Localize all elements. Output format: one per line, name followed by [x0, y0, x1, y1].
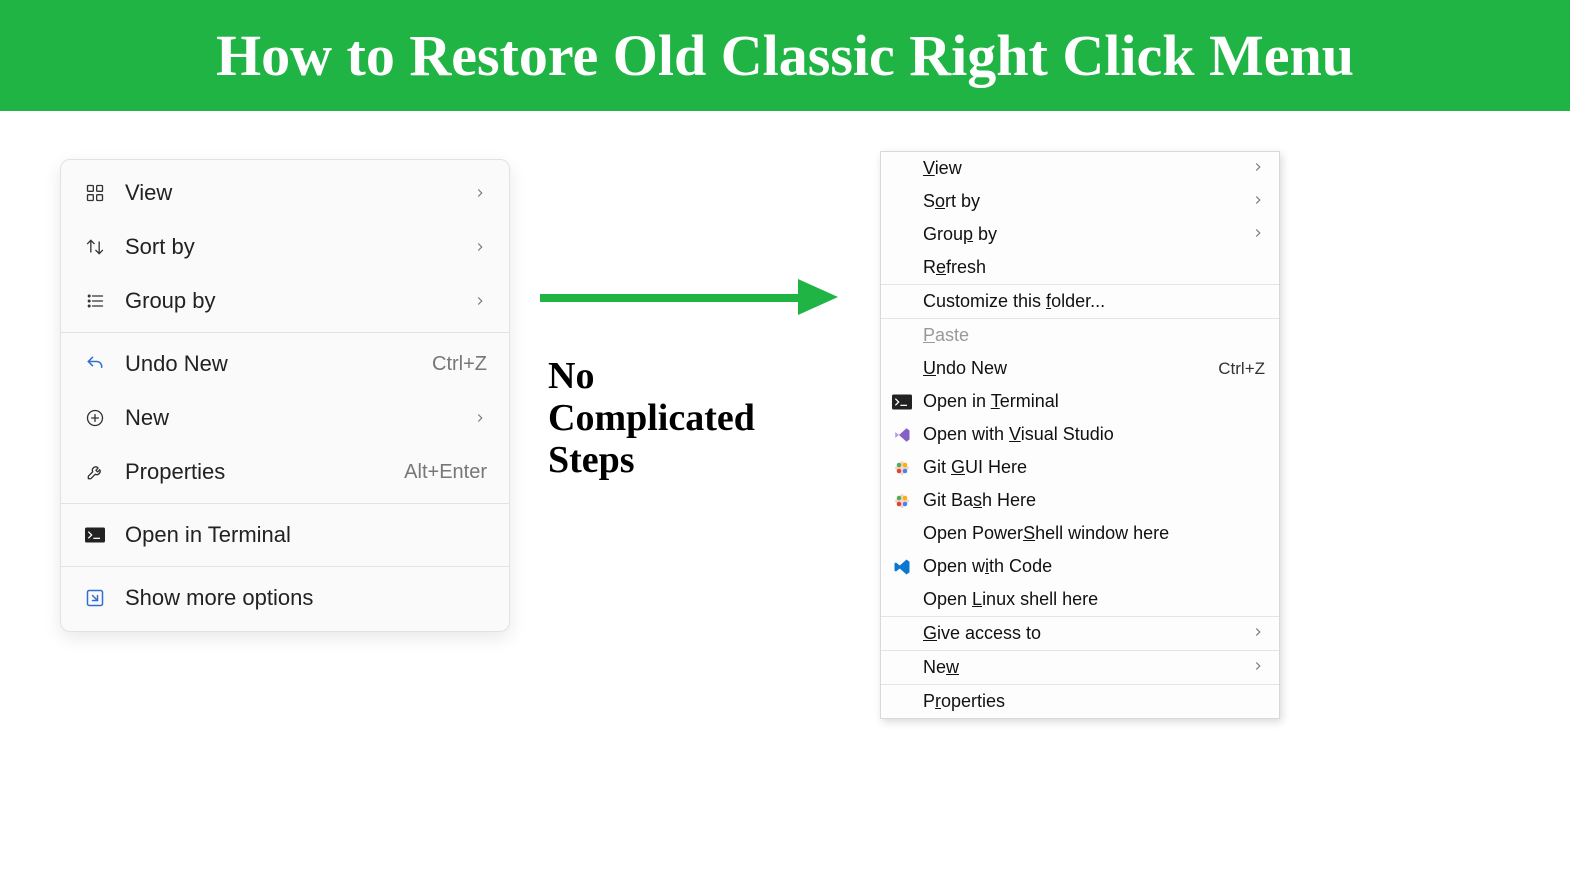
grid-icon — [83, 181, 107, 205]
menu-item-label: Open with Visual Studio — [923, 424, 1265, 445]
undo-icon — [83, 352, 107, 376]
blank-icon — [891, 360, 913, 378]
blank-icon — [891, 259, 913, 277]
menu-item-label: View — [125, 180, 473, 206]
menu-item-shortcut: Ctrl+Z — [1218, 359, 1265, 379]
menu-item-label: Refresh — [923, 257, 1265, 278]
git-icon — [891, 492, 913, 510]
terminal-icon — [891, 393, 913, 411]
menu-item-label: Open in Terminal — [923, 391, 1265, 412]
chevron-right-icon — [1251, 158, 1265, 179]
menu-item-label: Git GUI Here — [923, 457, 1265, 478]
arrow-line — [540, 294, 800, 302]
sort-icon — [83, 235, 107, 259]
caption-text: No Complicated Steps — [548, 356, 755, 481]
classic-context-menu: View Sort by Group by Refresh Customize this… — [880, 151, 1280, 719]
menu-item-shortcut: Ctrl+Z — [432, 353, 487, 376]
menu-item-undo-new[interactable]: Undo NewCtrl+Z — [881, 352, 1279, 385]
chevron-right-icon — [473, 234, 487, 260]
menu-item-group-by[interactable]: Group by — [881, 218, 1279, 251]
menu-item-label: Paste — [923, 325, 1265, 346]
menu-item-label: Properties — [125, 459, 404, 485]
blank-icon — [891, 625, 913, 643]
menu-item-open-in-terminal[interactable]: Open in Terminal — [61, 508, 509, 562]
menu-item-properties[interactable]: PropertiesAlt+Enter — [61, 445, 509, 499]
menu-item-refresh[interactable]: Refresh — [881, 251, 1279, 284]
menu-item-label: New — [125, 405, 473, 431]
terminal-icon — [83, 523, 107, 547]
blank-icon — [891, 693, 913, 711]
git-icon — [891, 459, 913, 477]
chevron-right-icon — [473, 405, 487, 431]
menu-item-open-with-code[interactable]: Open with Code — [881, 550, 1279, 583]
menu-separator — [61, 332, 509, 333]
menu-item-label: Sort by — [923, 191, 1251, 212]
menu-item-properties[interactable]: Properties — [881, 685, 1279, 718]
menu-item-label: Customize this folder... — [923, 291, 1265, 312]
menu-item-undo-new[interactable]: Undo NewCtrl+Z — [61, 337, 509, 391]
blank-icon — [891, 327, 913, 345]
blank-icon — [891, 160, 913, 178]
menu-item-label: View — [923, 158, 1251, 179]
group-icon — [83, 289, 107, 313]
menu-item-label: New — [923, 657, 1251, 678]
menu-item-label: Properties — [923, 691, 1265, 712]
chevron-right-icon — [1251, 224, 1265, 245]
menu-item-shortcut: Alt+Enter — [404, 461, 487, 484]
wrench-icon — [83, 460, 107, 484]
new-icon — [83, 406, 107, 430]
menu-item-label: Open PowerShell window here — [923, 523, 1265, 544]
menu-item-group-by[interactable]: Group by — [61, 274, 509, 328]
menu-item-label: Give access to — [923, 623, 1251, 644]
menu-item-git-bash-here[interactable]: Git Bash Here — [881, 484, 1279, 517]
page-title-banner: How to Restore Old Classic Right Click M… — [0, 0, 1570, 111]
blank-icon — [891, 226, 913, 244]
arrow-head — [798, 279, 838, 315]
stage: ViewSort byGroup byUndo NewCtrl+ZNewProp… — [0, 111, 1570, 869]
vs-icon — [891, 426, 913, 444]
menu-item-label: Undo New — [125, 351, 432, 377]
menu-item-label: Group by — [125, 288, 473, 314]
menu-item-sort-by[interactable]: Sort by — [61, 220, 509, 274]
menu-item-open-linux-shell-here[interactable]: Open Linux shell here — [881, 583, 1279, 616]
menu-item-view[interactable]: View — [61, 166, 509, 220]
chevron-right-icon — [473, 288, 487, 314]
menu-separator — [61, 566, 509, 567]
menu-item-label: Undo New — [923, 358, 1218, 379]
menu-item-new[interactable]: New — [61, 391, 509, 445]
menu-item-git-gui-here[interactable]: Git GUI Here — [881, 451, 1279, 484]
menu-item-label: Group by — [923, 224, 1251, 245]
vscode-icon — [891, 558, 913, 576]
menu-item-label: Open in Terminal — [125, 522, 487, 548]
menu-item-sort-by[interactable]: Sort by — [881, 185, 1279, 218]
blank-icon — [891, 293, 913, 311]
menu-item-customize-this-folder[interactable]: Customize this folder... — [881, 285, 1279, 318]
blank-icon — [891, 193, 913, 211]
chevron-right-icon — [473, 180, 487, 206]
blank-icon — [891, 659, 913, 677]
chevron-right-icon — [1251, 623, 1265, 644]
blank-icon — [891, 591, 913, 609]
menu-item-paste: Paste — [881, 319, 1279, 352]
menu-separator — [61, 503, 509, 504]
chevron-right-icon — [1251, 191, 1265, 212]
blank-icon — [891, 525, 913, 543]
menu-item-label: Show more options — [125, 585, 487, 611]
menu-item-open-in-terminal[interactable]: Open in Terminal — [881, 385, 1279, 418]
menu-item-label: Sort by — [125, 234, 473, 260]
page-title: How to Restore Old Classic Right Click M… — [216, 23, 1354, 88]
menu-item-label: Open Linux shell here — [923, 589, 1265, 610]
menu-item-view[interactable]: View — [881, 152, 1279, 185]
menu-item-label: Git Bash Here — [923, 490, 1265, 511]
win11-context-menu: View Sort by Group by Undo NewCtrl+Z New Prop… — [60, 159, 510, 632]
expand-icon — [83, 586, 107, 610]
menu-item-give-access-to[interactable]: Give access to — [881, 617, 1279, 650]
menu-item-new[interactable]: New — [881, 651, 1279, 684]
menu-item-label: Open with Code — [923, 556, 1265, 577]
menu-item-show-more-options[interactable]: Show more options — [61, 571, 509, 625]
menu-item-open-with-visual-studio[interactable]: Open with Visual Studio — [881, 418, 1279, 451]
menu-item-open-powershell-window-here[interactable]: Open PowerShell window here — [881, 517, 1279, 550]
chevron-right-icon — [1251, 657, 1265, 678]
arrow — [540, 291, 840, 305]
